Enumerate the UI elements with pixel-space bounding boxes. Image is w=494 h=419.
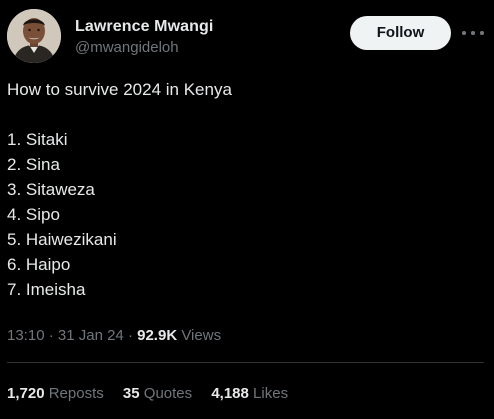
author-names: Lawrence Mwangi @mwangideloh	[75, 17, 213, 58]
quotes-label: Quotes	[143, 385, 193, 402]
tweet-text: How to survive 2024 in Kenya 1. Sitaki 2…	[7, 77, 477, 302]
tweet-time[interactable]: 13:10	[7, 327, 45, 344]
tweet-text-line: 3. Sitaweza	[7, 180, 95, 199]
reposts-count: 1,720	[7, 385, 45, 402]
tweet-meta: 13:10 · 31 Jan 24 · 92.9K Views	[7, 326, 221, 346]
tweet-header: Lawrence Mwangi @mwangideloh Follow	[7, 9, 487, 67]
tweet-text-line: 1. Sitaki	[7, 130, 68, 149]
quotes-count: 35	[122, 385, 140, 402]
likes-label: Likes	[253, 385, 289, 402]
reposts-label: Reposts	[48, 385, 104, 402]
likes-count: 4,188	[211, 385, 249, 402]
tweet-text-line: How to survive 2024 in Kenya	[7, 80, 232, 99]
meta-separator: ·	[44, 327, 58, 344]
tweet-text-line: 5. Haiwezikani	[7, 230, 117, 249]
tweet-text-line: 7. Imeisha	[7, 280, 86, 299]
likes-stat[interactable]: 4,188 Likes	[211, 384, 288, 404]
meta-separator: ·	[123, 327, 138, 344]
quotes-stat[interactable]: 35 Quotes	[123, 384, 192, 404]
more-horizontal-icon[interactable]	[461, 21, 485, 45]
avatar[interactable]	[7, 9, 61, 63]
tweet-text-line: 6. Haipo	[7, 255, 71, 274]
author-display-name[interactable]: Lawrence Mwangi	[75, 17, 213, 37]
divider	[7, 362, 484, 363]
author-handle[interactable]: @mwangideloh	[75, 38, 213, 58]
tweet-date[interactable]: 31 Jan 24	[58, 327, 124, 344]
follow-button[interactable]: Follow	[350, 16, 451, 50]
views-count: 92.9K	[137, 327, 178, 344]
reposts-stat[interactable]: 1,720 Reposts	[7, 384, 104, 404]
avatar-image	[7, 9, 61, 63]
engagement-stats: 1,720 Reposts 35 Quotes 4,188 Likes	[7, 384, 303, 404]
tweet-text-line: 4. Sipo	[7, 205, 60, 224]
tweet-text-blank-line	[7, 102, 477, 127]
tweet-card: Lawrence Mwangi @mwangideloh Follow How …	[0, 0, 494, 419]
views-label: Views	[177, 327, 222, 344]
tweet-text-line: 2. Sina	[7, 155, 60, 174]
